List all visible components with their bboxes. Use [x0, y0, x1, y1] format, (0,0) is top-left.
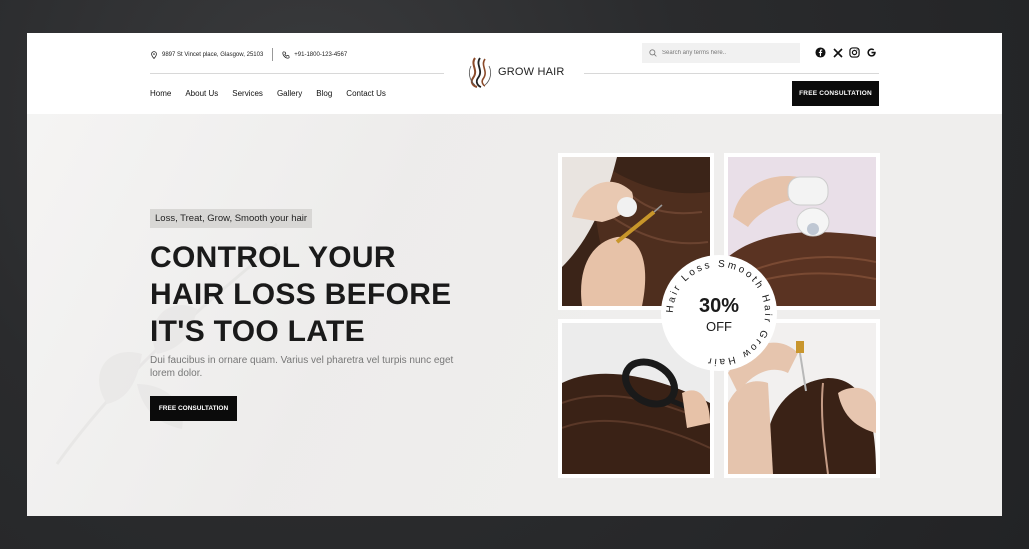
site-logo[interactable]: GROW HAIR	[466, 56, 565, 88]
search-box[interactable]	[642, 43, 800, 63]
nav-about-us[interactable]: About Us	[185, 89, 218, 98]
headline-line-2: HAIR LOSS BEFORE	[150, 278, 452, 311]
headline-line-3: IT'S TOO LATE	[150, 315, 365, 348]
headline-line-1: CONTROL YOUR	[150, 241, 396, 274]
phone-text: +91-1800-123-4567	[294, 51, 348, 58]
hero-section: Loss, Treat, Grow, Smooth your hair CONT…	[27, 114, 1002, 516]
header-consultation-button[interactable]: FREE CONSULTATION	[792, 81, 879, 106]
location-pin-icon	[151, 50, 157, 59]
instagram-icon[interactable]	[849, 47, 860, 58]
phone-item[interactable]: +91-1800-123-4567	[282, 50, 348, 59]
phone-icon	[282, 50, 290, 59]
discount-badge: Hair Loss Smooth Hair Grow Hair 30% OFF	[661, 255, 777, 371]
badge-percent: 30%	[698, 295, 740, 317]
badge-off-label: OFF	[706, 319, 732, 334]
hero-consultation-button[interactable]: FREE CONSULTATION	[150, 396, 237, 421]
hero-description: Dui faucibus in ornare quam. Varius vel …	[150, 355, 454, 379]
main-nav: Home About Us Services Gallery Blog Cont…	[150, 89, 400, 98]
nav-home[interactable]: Home	[150, 89, 171, 98]
nav-contact-us[interactable]: Contact Us	[346, 89, 386, 98]
logo-text: GROW HAIR	[498, 66, 565, 78]
top-info-bar: 9897 St Vincet place, Glasgow, 25103 +91…	[150, 48, 347, 61]
social-links	[815, 47, 877, 58]
facebook-icon[interactable]	[815, 47, 826, 58]
hero-tagline: Loss, Treat, Grow, Smooth your hair	[150, 209, 313, 228]
search-icon	[649, 49, 657, 57]
hero-headline: CONTROL YOUR HAIR LOSS BEFORE IT'S TOO L…	[150, 239, 470, 350]
x-icon[interactable]	[832, 47, 843, 58]
header-divider-left	[150, 73, 444, 74]
address-text: 9897 St Vincet place, Glasgow, 25103	[162, 51, 264, 58]
nav-services[interactable]: Services	[232, 89, 263, 98]
header-divider-right	[584, 73, 879, 74]
website-frame: 9897 St Vincet place, Glasgow, 25103 +91…	[27, 33, 1002, 516]
nav-blog[interactable]: Blog	[316, 89, 332, 98]
info-divider	[272, 48, 274, 61]
google-icon[interactable]	[866, 47, 877, 58]
nav-gallery[interactable]: Gallery	[277, 89, 302, 98]
search-input[interactable]	[662, 50, 792, 56]
address-item: 9897 St Vincet place, Glasgow, 25103	[150, 50, 264, 59]
site-header: 9897 St Vincet place, Glasgow, 25103 +91…	[27, 33, 1002, 114]
hair-logo-icon	[468, 57, 492, 88]
